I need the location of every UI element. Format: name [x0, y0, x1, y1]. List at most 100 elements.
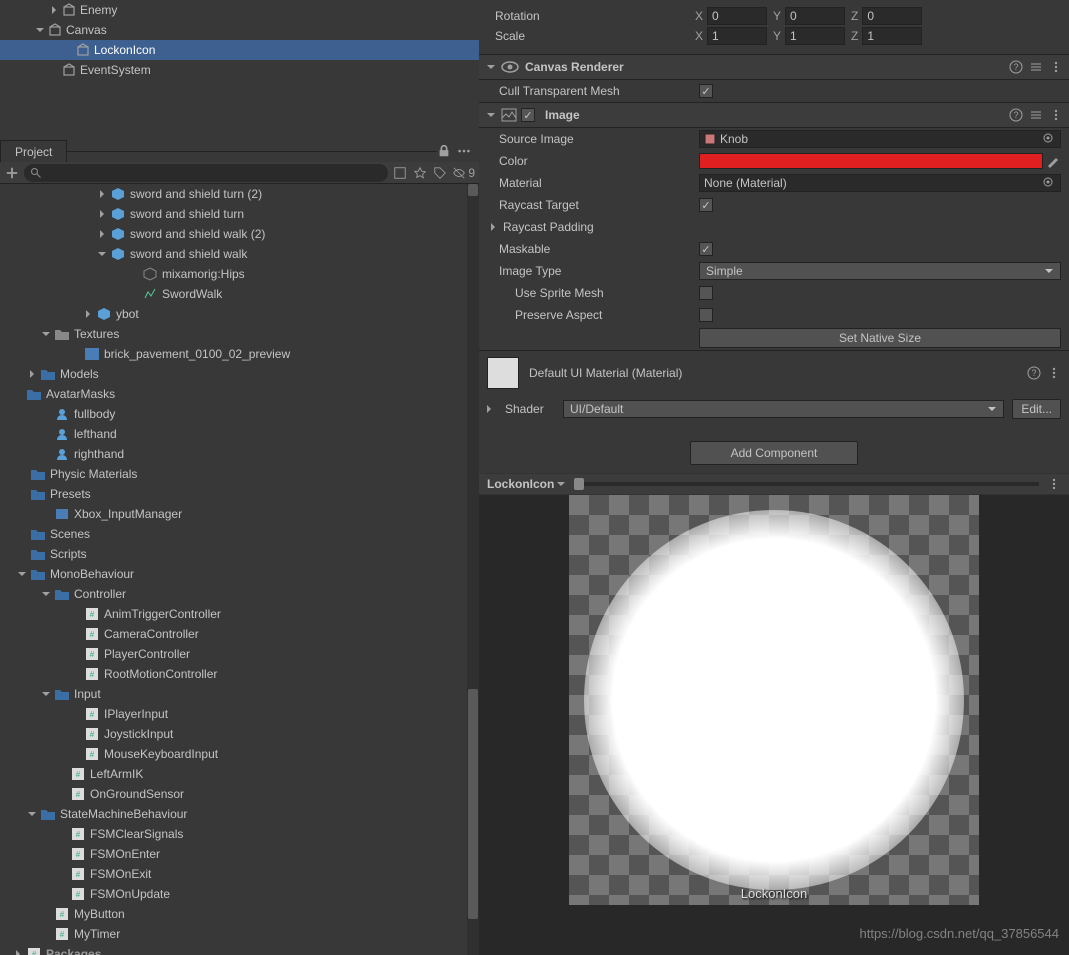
- project-tree[interactable]: sword and shield turn (2)sword and shiel…: [0, 184, 479, 955]
- rotation-y[interactable]: [785, 7, 845, 25]
- project-item[interactable]: Scripts: [0, 544, 479, 564]
- slider-thumb[interactable]: [574, 478, 584, 490]
- use-sprite-checkbox[interactable]: [699, 286, 713, 300]
- scale-y[interactable]: [785, 27, 845, 45]
- preview-slider[interactable]: [574, 482, 1039, 486]
- project-item[interactable]: Input: [0, 684, 479, 704]
- project-item[interactable]: StateMachineBehaviour: [0, 804, 479, 824]
- rotation-z[interactable]: [862, 7, 922, 25]
- project-item[interactable]: #CameraController: [0, 624, 479, 644]
- scroll-thumb[interactable]: [468, 689, 478, 919]
- filter-icon[interactable]: [392, 165, 408, 181]
- cull-checkbox[interactable]: [699, 84, 713, 98]
- foldout-icon[interactable]: [26, 808, 38, 820]
- project-item[interactable]: sword and shield turn (2): [0, 184, 479, 204]
- menu-icon[interactable]: [1049, 108, 1063, 122]
- project-item[interactable]: #JoystickInput: [0, 724, 479, 744]
- project-item[interactable]: SwordWalk: [0, 284, 479, 304]
- project-item[interactable]: #MyButton: [0, 904, 479, 924]
- project-item[interactable]: #FSMClearSignals: [0, 824, 479, 844]
- project-item[interactable]: #LeftArmIK: [0, 764, 479, 784]
- color-field[interactable]: [699, 153, 1043, 169]
- project-item[interactable]: Xbox_InputManager: [0, 504, 479, 524]
- project-item[interactable]: sword and shield walk (2): [0, 224, 479, 244]
- project-item[interactable]: righthand: [0, 444, 479, 464]
- project-item[interactable]: #FSMOnExit: [0, 864, 479, 884]
- menu-icon[interactable]: [457, 144, 471, 158]
- preserve-aspect-checkbox[interactable]: [699, 308, 713, 322]
- favorite-icon[interactable]: [412, 165, 428, 181]
- shader-dropdown[interactable]: UI/Default: [563, 400, 1004, 418]
- object-picker-icon[interactable]: [1042, 176, 1056, 190]
- project-item[interactable]: Scenes: [0, 524, 479, 544]
- raycast-checkbox[interactable]: [699, 198, 713, 212]
- project-item[interactable]: #IPlayerInput: [0, 704, 479, 724]
- scroll-arrow-up[interactable]: [468, 184, 478, 196]
- hierarchy-item[interactable]: Canvas: [0, 20, 479, 40]
- preset-icon[interactable]: [1029, 108, 1043, 122]
- foldout-icon[interactable]: [40, 328, 52, 340]
- search-input[interactable]: [24, 164, 388, 182]
- project-item[interactable]: #AnimTriggerController: [0, 604, 479, 624]
- image-enable-checkbox[interactable]: [521, 108, 535, 122]
- chevron-down-icon[interactable]: [556, 479, 566, 489]
- project-item[interactable]: sword and shield walk: [0, 244, 479, 264]
- foldout-icon[interactable]: [487, 221, 499, 233]
- project-item[interactable]: lefthand: [0, 424, 479, 444]
- project-item[interactable]: MonoBehaviour: [0, 564, 479, 584]
- material-header[interactable]: Default UI Material (Material) ?: [479, 350, 1069, 395]
- project-item[interactable]: #FSMOnUpdate: [0, 884, 479, 904]
- image-type-dropdown[interactable]: Simple: [699, 262, 1061, 280]
- project-item[interactable]: Textures: [0, 324, 479, 344]
- scale-z[interactable]: [862, 27, 922, 45]
- rotation-x[interactable]: [707, 7, 767, 25]
- project-item[interactable]: Controller: [0, 584, 479, 604]
- project-item[interactable]: #FSMOnEnter: [0, 844, 479, 864]
- preset-icon[interactable]: [1029, 60, 1043, 74]
- object-picker-icon[interactable]: [1042, 132, 1056, 146]
- project-item[interactable]: #MyTimer: [0, 924, 479, 944]
- foldout-icon[interactable]: [485, 109, 497, 121]
- add-icon[interactable]: [4, 165, 20, 181]
- project-item[interactable]: Physic Materials: [0, 464, 479, 484]
- foldout-icon[interactable]: [16, 568, 28, 580]
- project-item[interactable]: AvatarMasks: [0, 384, 479, 404]
- tag-icon[interactable]: [432, 165, 448, 181]
- add-component-button[interactable]: Add Component: [690, 441, 859, 465]
- hierarchy-item[interactable]: EventSystem: [0, 60, 479, 80]
- eyedropper-icon[interactable]: [1046, 154, 1060, 168]
- foldout-icon[interactable]: [12, 948, 24, 955]
- scrollbar[interactable]: [467, 184, 479, 955]
- project-item[interactable]: brick_pavement_0100_02_preview: [0, 344, 479, 364]
- source-image-field[interactable]: Knob: [699, 130, 1061, 148]
- foldout-icon[interactable]: [96, 188, 108, 200]
- project-item[interactable]: Presets: [0, 484, 479, 504]
- foldout-icon[interactable]: [82, 308, 94, 320]
- foldout-icon[interactable]: [40, 588, 52, 600]
- project-item[interactable]: #RootMotionController: [0, 664, 479, 684]
- hidden-count[interactable]: 9: [452, 166, 475, 180]
- project-tab[interactable]: Project: [0, 140, 67, 163]
- project-item[interactable]: #OnGroundSensor: [0, 784, 479, 804]
- foldout-icon[interactable]: [34, 24, 46, 36]
- maskable-checkbox[interactable]: [699, 242, 713, 256]
- project-item[interactable]: #PlayerController: [0, 644, 479, 664]
- foldout-icon[interactable]: [483, 403, 495, 415]
- project-item[interactable]: ybot: [0, 304, 479, 324]
- foldout-icon[interactable]: [96, 248, 108, 260]
- project-item[interactable]: #MouseKeyboardInput: [0, 744, 479, 764]
- hierarchy-item[interactable]: Enemy: [0, 0, 479, 20]
- lock-icon[interactable]: [437, 144, 451, 158]
- scale-x[interactable]: [707, 27, 767, 45]
- hierarchy-item[interactable]: LockonIcon: [0, 40, 479, 60]
- material-field[interactable]: None (Material): [699, 174, 1061, 192]
- project-item[interactable]: sword and shield turn: [0, 204, 479, 224]
- set-native-size-button[interactable]: Set Native Size: [699, 328, 1061, 348]
- canvas-renderer-header[interactable]: Canvas Renderer ?: [479, 54, 1069, 80]
- project-item[interactable]: Models: [0, 364, 479, 384]
- help-icon[interactable]: ?: [1009, 108, 1023, 122]
- image-header[interactable]: Image ?: [479, 102, 1069, 128]
- foldout-icon[interactable]: [40, 688, 52, 700]
- foldout-icon[interactable]: [48, 4, 60, 16]
- menu-icon[interactable]: [1047, 366, 1061, 380]
